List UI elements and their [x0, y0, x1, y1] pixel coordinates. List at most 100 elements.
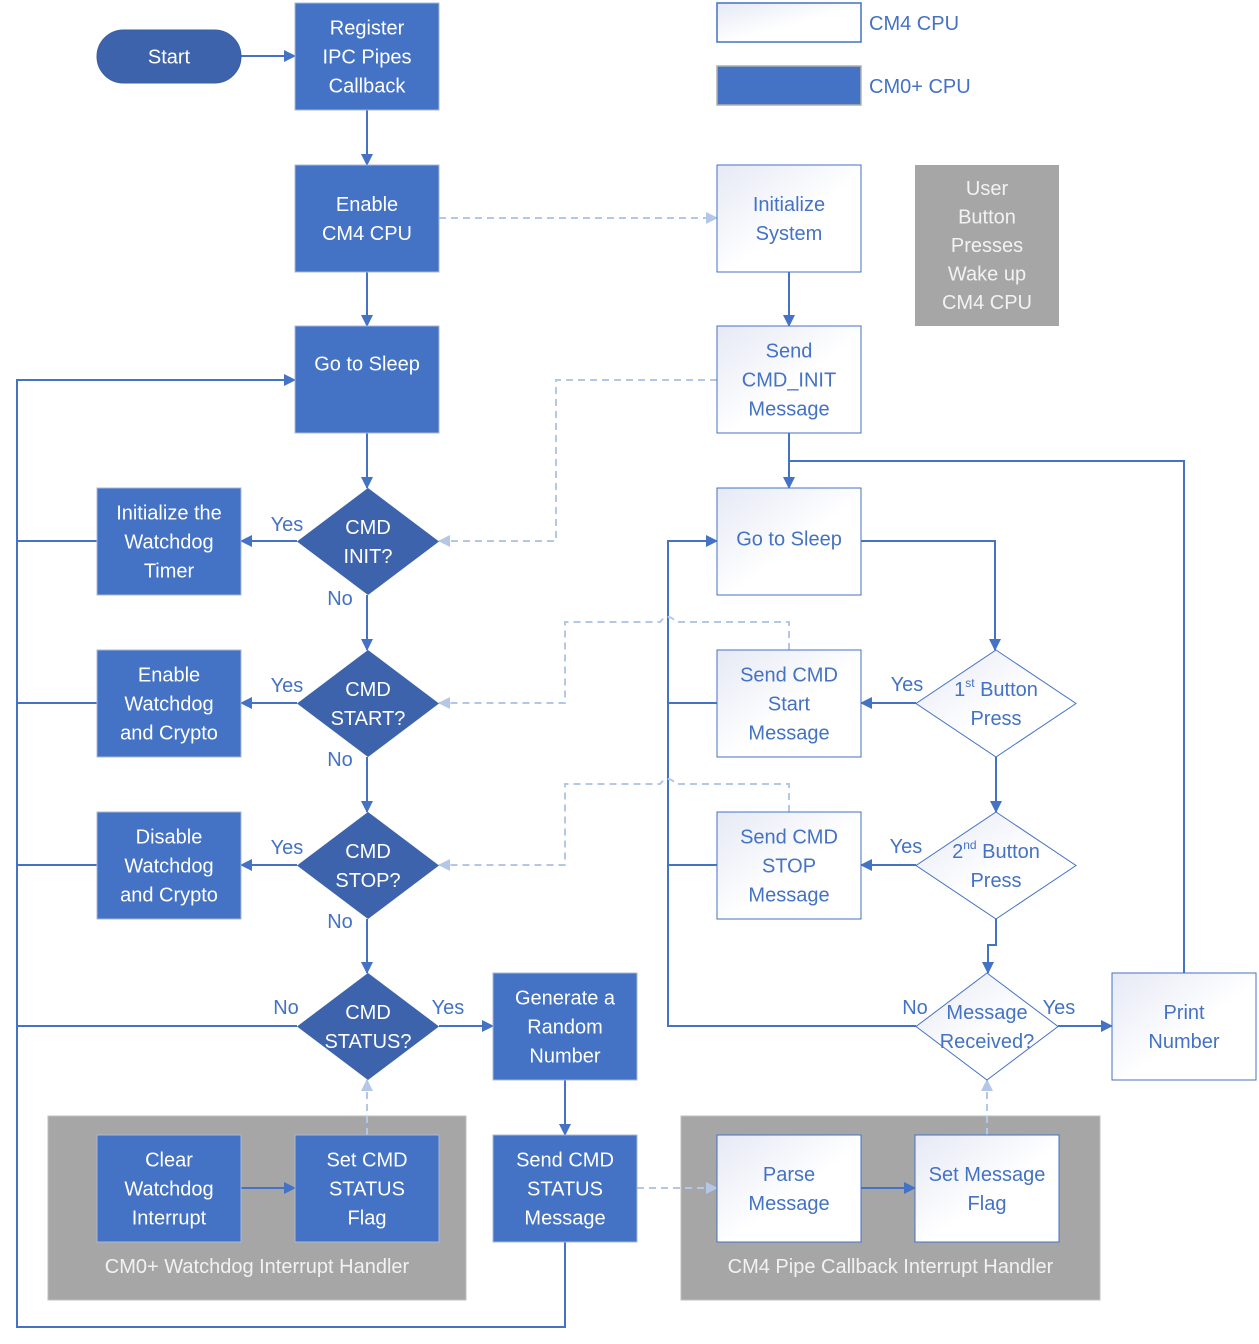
- node-text: Flag: [968, 1193, 1007, 1215]
- legend-cm0-label: CM0+ CPU: [869, 76, 971, 98]
- node-text: Go to Sleep: [736, 529, 842, 551]
- node-text: INIT?: [344, 546, 393, 568]
- node-text: STATUS: [527, 1179, 603, 1201]
- node-text: Message: [524, 1208, 605, 1230]
- node-text: Message: [748, 723, 829, 745]
- node-enable-cm4[interactable]: Enable CM4 CPU: [294, 164, 440, 273]
- node-print-num[interactable]: Print Number: [1111, 972, 1257, 1081]
- node-text: Start: [768, 694, 811, 716]
- edge-label-no: No: [327, 911, 353, 933]
- node-text: Number: [1148, 1031, 1219, 1053]
- note-text: CM4 CPU: [942, 292, 1032, 314]
- ipc-cmd-init: [438, 379, 717, 547]
- node-text: Watchdog: [124, 694, 213, 716]
- node-set-msg-flag[interactable]: Set Message Flag: [914, 1134, 1060, 1243]
- node-text: Number: [529, 1046, 600, 1068]
- node-sleep0[interactable]: Go to Sleep: [294, 325, 440, 434]
- node-text: CM4 CPU: [322, 223, 412, 245]
- node-btn1[interactable]: 1st ButtonPress: [915, 649, 1077, 758]
- node-send-status[interactable]: Send CMD STATUS Message: [492, 1134, 638, 1243]
- node-text: Start: [148, 47, 191, 69]
- node-text: Callback: [329, 76, 407, 98]
- node-text: IPC Pipes: [323, 47, 412, 69]
- node-text: CMD: [345, 517, 391, 539]
- edge-label-no: No: [902, 997, 928, 1019]
- edge-label-yes: Yes: [432, 997, 465, 1019]
- note-text: Wake up: [948, 264, 1026, 286]
- edge-label-yes: Yes: [271, 514, 304, 536]
- legend-cm4-swatch: [716, 2, 862, 43]
- edge-label-no: No: [327, 749, 353, 771]
- node-text: Go to Sleep: [314, 354, 420, 376]
- node-text: Watchdog: [124, 1179, 213, 1201]
- node-disable-wdt[interactable]: Disable Watchdog and Crypto: [96, 811, 242, 920]
- note-text: Presses: [951, 235, 1023, 257]
- node-cmd-status[interactable]: CMD STATUS?: [297, 973, 439, 1080]
- node-text: Message: [748, 1193, 829, 1215]
- edge-label-no: No: [273, 997, 299, 1019]
- node-enable-wdt[interactable]: Enable Watchdog and Crypto: [96, 649, 242, 758]
- node-text: STOP: [762, 856, 816, 878]
- node-text: Set CMD: [326, 1150, 407, 1172]
- node-text: Received?: [940, 1031, 1035, 1053]
- edge-label-yes: Yes: [891, 674, 924, 696]
- node-text: Initialize: [753, 194, 825, 216]
- node-init-system[interactable]: Initialize System: [716, 164, 862, 273]
- btn2-to-msg: [982, 919, 997, 974]
- node-text: Send CMD: [516, 1150, 614, 1172]
- node-text: Initialize the: [116, 503, 222, 525]
- node-start[interactable]: Start: [96, 29, 242, 84]
- node-text: CMD: [345, 1002, 391, 1024]
- node-text: Timer: [144, 561, 195, 583]
- node-cmd-start[interactable]: CMD START?: [297, 650, 439, 757]
- node-text: Clear: [145, 1150, 193, 1172]
- node-text: Watchdog: [124, 856, 213, 878]
- node-btn2[interactable]: 2nd ButtonPress: [915, 811, 1077, 920]
- node-text: Print: [1163, 1002, 1205, 1024]
- node-text: System: [756, 223, 823, 245]
- node-text: STOP?: [335, 870, 400, 892]
- node-text: Press: [970, 708, 1021, 730]
- node-text: Enable: [138, 665, 200, 687]
- node-clear-wdt[interactable]: Clear Watchdog Interrupt: [96, 1134, 242, 1243]
- node-gen-random[interactable]: Generate a Random Number: [492, 972, 638, 1081]
- legend-cm4-label: CM4 CPU: [869, 13, 959, 35]
- sleep-to-btn1: [861, 540, 1001, 651]
- node-text: Message: [748, 885, 829, 907]
- note-text: User: [966, 178, 1009, 200]
- node-text: Register: [330, 18, 405, 40]
- return-branches: [17, 540, 297, 1027]
- node-text: START?: [331, 708, 406, 730]
- node-text: Watchdog: [124, 532, 213, 554]
- node-text: Random: [527, 1017, 603, 1039]
- edge-label-yes: Yes: [271, 675, 304, 697]
- node-send-stop[interactable]: Send CMD STOP Message: [716, 811, 862, 920]
- node-msg-recv[interactable]: Message Received?: [915, 972, 1059, 1081]
- node-text: STATUS?: [324, 1031, 411, 1053]
- node-text: CMD_INIT: [742, 370, 836, 392]
- node-text: Enable: [336, 194, 398, 216]
- node-send-start[interactable]: Send CMD Start Message: [716, 649, 862, 758]
- node-text: Generate a: [515, 988, 616, 1010]
- node-text: Message: [748, 399, 829, 421]
- node-send-init[interactable]: Send CMD_INIT Message: [716, 325, 862, 434]
- group-label: CM4 Pipe Callback Interrupt Handler: [728, 1256, 1054, 1278]
- node-text: Disable: [136, 827, 203, 849]
- node-text: Set Message: [929, 1164, 1046, 1186]
- node-cmd-init[interactable]: CMD INIT?: [297, 488, 439, 595]
- flowchart: CM0+ Watchdog Interrupt Handler CM4 Pipe …: [16, 2, 1257, 1328]
- edge-label-no: No: [327, 588, 353, 610]
- node-text: CMD: [345, 841, 391, 863]
- node-register[interactable]: Register IPC Pipes Callback: [294, 2, 440, 111]
- legend-cm0-swatch: [716, 65, 862, 106]
- edge-label-yes: Yes: [271, 837, 304, 859]
- node-cmd-stop[interactable]: CMD STOP?: [297, 812, 439, 919]
- node-text: STATUS: [329, 1179, 405, 1201]
- node-parse-msg[interactable]: Parse Message: [716, 1134, 862, 1243]
- group-label: CM0+ Watchdog Interrupt Handler: [105, 1256, 410, 1278]
- node-set-status-flag[interactable]: Set CMD STATUS Flag: [294, 1134, 440, 1243]
- node-text: and Crypto: [120, 885, 218, 907]
- node-text: Press: [970, 870, 1021, 892]
- node-init-wdt[interactable]: Initialize the Watchdog Timer: [96, 487, 242, 596]
- node-sleep4[interactable]: Go to Sleep: [716, 487, 862, 596]
